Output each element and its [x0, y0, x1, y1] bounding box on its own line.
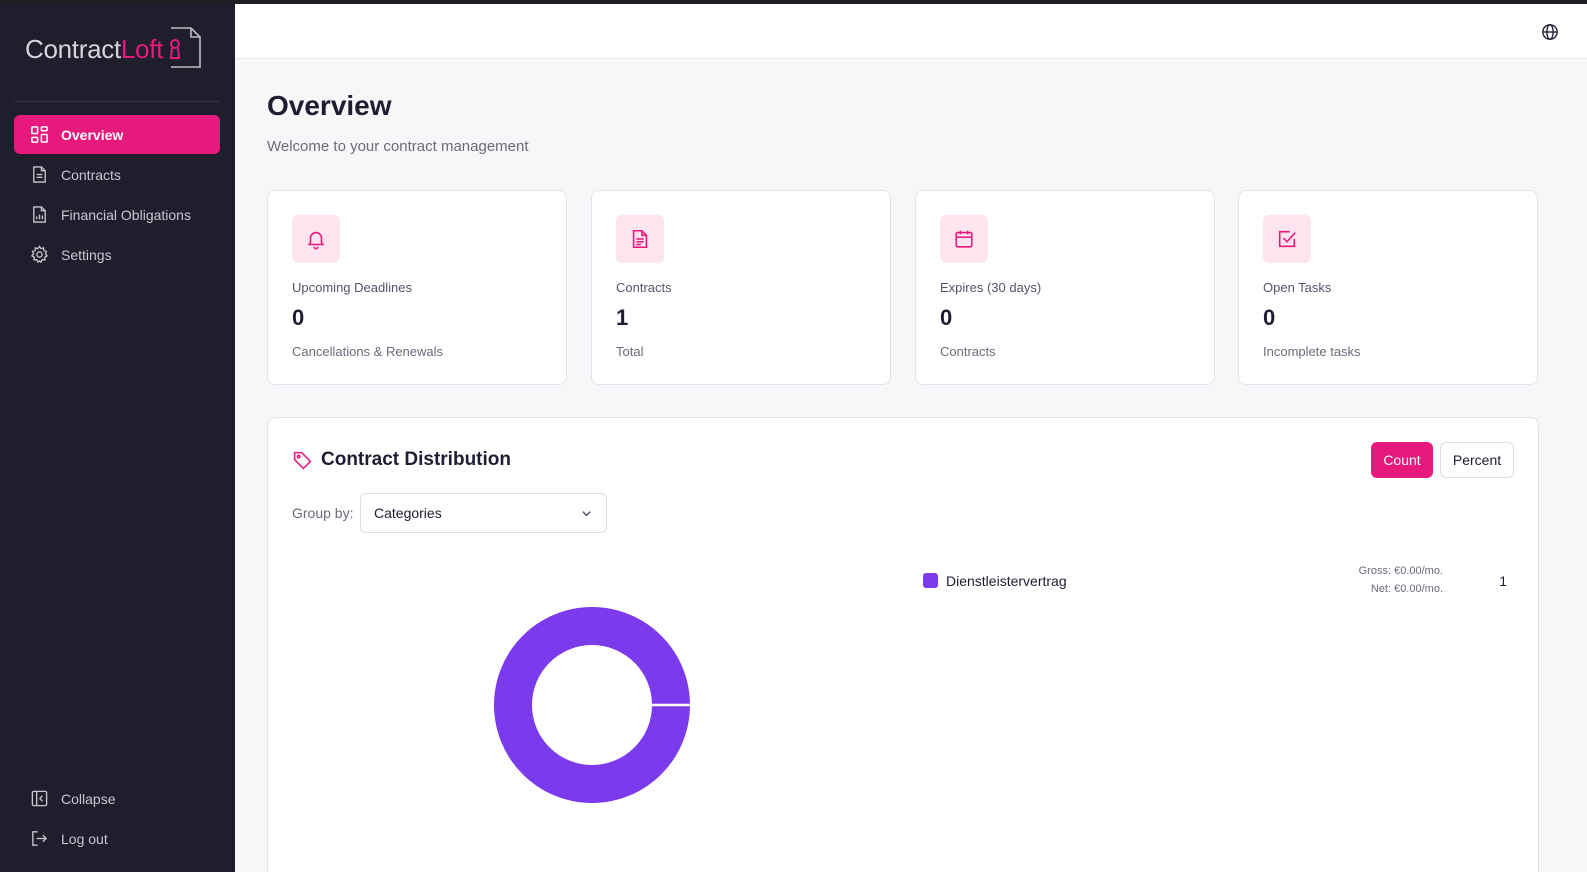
document-icon — [33, 166, 46, 183]
stat-value: 0 — [940, 305, 953, 330]
legend-count: 1 — [1499, 573, 1507, 589]
group-by-label: Group by: — [292, 505, 354, 521]
page-title: Overview — [267, 90, 392, 121]
logo-keyhole-document-icon — [169, 27, 201, 68]
sidebar-item-overview[interactable]: Overview — [14, 115, 220, 154]
collapse-button[interactable]: Collapse — [14, 779, 220, 818]
sidebar-item-label: Financial Obligations — [61, 206, 191, 223]
bell-icon — [307, 231, 325, 250]
count-toggle-button[interactable]: Count — [1371, 442, 1433, 478]
contract-distribution-panel: Contract Distribution Count Percent Grou… — [267, 417, 1539, 872]
sidebar-bottom-nav: Collapse Log out — [14, 779, 220, 859]
logo-text: ContractLoft — [25, 33, 164, 64]
stat-icon-box — [616, 215, 664, 263]
group-by-value: Categories — [374, 505, 442, 521]
distribution-donut-chart — [494, 607, 691, 803]
collapse-sidebar-icon — [31, 790, 48, 807]
stat-value: 0 — [292, 305, 305, 330]
stat-icon-box — [292, 215, 340, 263]
sidebar-item-label: Contracts — [61, 166, 121, 183]
stat-description: Total — [616, 344, 644, 359]
sidebar-divider — [14, 101, 220, 102]
stat-icon-box — [1263, 215, 1311, 263]
collapse-label: Collapse — [61, 790, 116, 807]
page-subtitle: Welcome to your contract management — [267, 138, 529, 155]
chevron-down-icon — [582, 511, 591, 517]
sidebar-item-settings[interactable]: Settings — [14, 235, 220, 274]
logout-label: Log out — [61, 830, 108, 847]
sidebar: ContractLoft Overview Contracts Financia… — [0, 4, 235, 872]
stat-label: Expires (30 days) — [940, 280, 1042, 295]
stat-label: Open Tasks — [1263, 280, 1332, 295]
stat-description: Contracts — [940, 344, 996, 359]
stat-card-upcoming-deadlines[interactable]: Upcoming Deadlines 0 Cancellations & Ren… — [267, 190, 567, 385]
legend-gross-amount: Gross: €0.00/mo. — [1358, 565, 1443, 577]
distribution-title-text: Contract Distribution — [321, 449, 511, 470]
stat-value: 1 — [616, 305, 629, 330]
legend-category-name: Dienstleistervertrag — [946, 573, 1067, 589]
tag-icon — [293, 451, 312, 469]
sidebar-nav: Overview Contracts Financial Obligations… — [14, 115, 220, 275]
group-by-select[interactable]: Categories — [360, 493, 607, 533]
distribution-title: Contract Distribution — [292, 449, 511, 471]
stat-icon-box — [940, 215, 988, 263]
sidebar-item-contracts[interactable]: Contracts — [14, 155, 220, 194]
report-chart-icon — [33, 206, 46, 223]
calendar-icon — [955, 230, 973, 248]
legend-net-amount: Net: €0.00/mo. — [1370, 583, 1443, 595]
stat-card-open-tasks[interactable]: Open Tasks 0 Incomplete tasks — [1238, 190, 1538, 385]
globe-icon[interactable] — [1541, 23, 1559, 41]
stat-description: Cancellations & Renewals — [292, 344, 444, 359]
sidebar-item-label: Settings — [61, 246, 112, 263]
stat-card-contracts[interactable]: Contracts 1 Total — [591, 190, 891, 385]
sidebar-item-label: Overview — [61, 126, 124, 143]
stat-value: 0 — [1263, 305, 1276, 330]
stat-card-expires[interactable]: Expires (30 days) 0 Contracts — [915, 190, 1215, 385]
document-icon — [632, 229, 648, 249]
sidebar-item-financial-obligations[interactable]: Financial Obligations — [14, 195, 220, 234]
legend-item[interactable]: Dienstleistervertrag Gross: €0.00/mo. Ne… — [923, 565, 1513, 601]
grid-icon — [31, 126, 48, 143]
stat-label: Contracts — [616, 280, 672, 295]
checkbox-icon — [1278, 230, 1296, 248]
top-bar — [235, 4, 1587, 59]
stat-description: Incomplete tasks — [1263, 344, 1361, 359]
legend-color-swatch — [923, 573, 938, 588]
stat-label: Upcoming Deadlines — [292, 280, 412, 295]
gear-icon — [30, 245, 49, 264]
percent-toggle-button[interactable]: Percent — [1440, 442, 1514, 478]
app-logo[interactable]: ContractLoft — [25, 24, 203, 74]
logout-button[interactable]: Log out — [14, 819, 220, 858]
logout-icon — [32, 831, 48, 846]
